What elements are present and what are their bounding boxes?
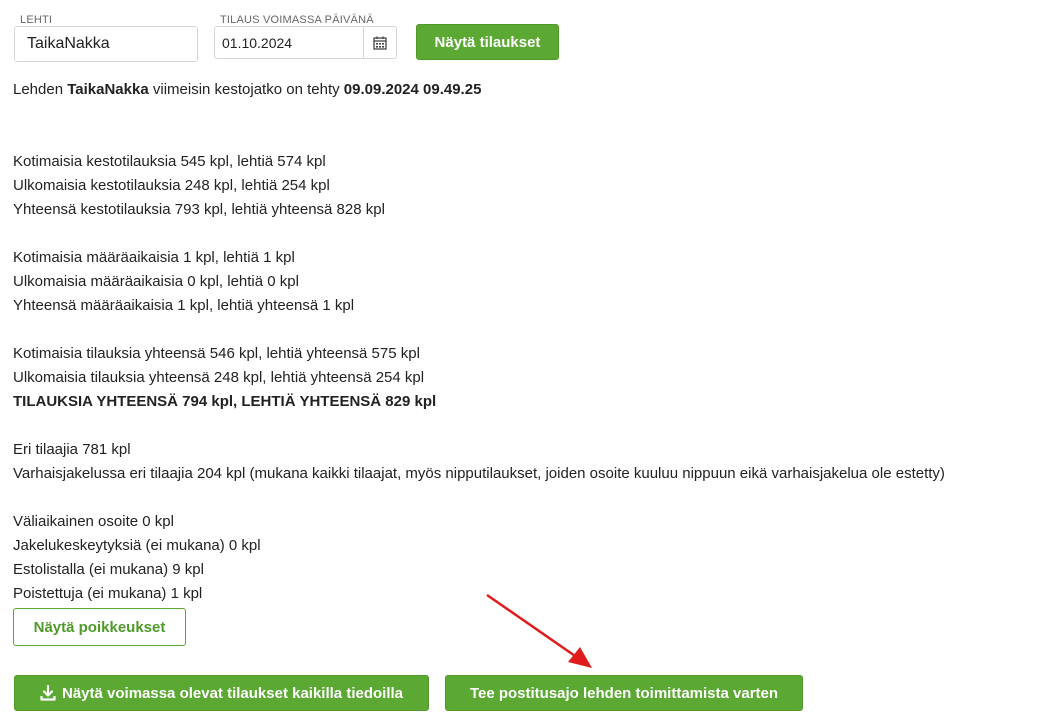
date-input[interactable] — [214, 26, 364, 59]
stat-line: Väliaikainen osoite 0 kpl — [13, 513, 174, 530]
stat-line: Kotimaisia tilauksia yhteensä 546 kpl, l… — [13, 345, 420, 362]
renewal-magazine: TaikaNakka — [67, 81, 149, 98]
magazine-label: LEHTI — [20, 14, 53, 26]
download-subscriptions-button[interactable]: Näytä voimassa olevat tilaukset kaikilla… — [14, 675, 429, 711]
stat-line: Kotimaisia määräaikaisia 1 kpl, lehtiä 1… — [13, 249, 295, 266]
create-mailing-run-button[interactable]: Tee postitusajo lehden toimittamista var… — [445, 675, 803, 711]
date-label: TILAUS VOIMASSA PÄIVÄNÄ — [220, 14, 374, 26]
last-renewal-text: Lehden TaikaNakka viimeisin kestojatko o… — [13, 81, 481, 98]
stat-line: Poistettuja (ei mukana) 1 kpl — [13, 585, 203, 602]
stat-line: Ulkomaisia kestotilauksia 248 kpl, lehti… — [13, 177, 330, 194]
renewal-prefix: Lehden — [13, 81, 68, 98]
magazine-input[interactable] — [14, 26, 198, 62]
calendar-button[interactable] — [363, 26, 397, 59]
grand-total: TILAUKSIA YHTEENSÄ 794 kpl, LEHTIÄ YHTEE… — [13, 393, 437, 410]
download-icon — [40, 685, 56, 701]
download-button-label: Näytä voimassa olevat tilaukset kaikilla… — [62, 684, 403, 702]
calendar-icon — [373, 36, 387, 50]
stat-line: Estolistalla (ei mukana) 9 kpl — [13, 561, 204, 578]
stat-line: Varhaisjakelussa eri tilaajia 204 kpl (m… — [13, 465, 945, 482]
stat-line: Yhteensä määräaikaisia 1 kpl, lehtiä yht… — [13, 297, 355, 314]
stat-line: Eri tilaajia 781 kpl — [13, 441, 131, 458]
stat-line: Ulkomaisia määräaikaisia 0 kpl, lehtiä 0… — [13, 273, 299, 290]
renewal-datetime: 09.09.2024 09.49.25 — [343, 81, 482, 98]
show-subscriptions-button[interactable]: Näytä tilaukset — [416, 24, 559, 60]
stat-line: Jakelukeskeytyksiä (ei mukana) 0 kpl — [13, 537, 261, 554]
renewal-middle: viimeisin kestojatko on tehty — [148, 81, 344, 98]
stat-line: Kotimaisia kestotilauksia 545 kpl, lehti… — [13, 153, 326, 170]
stat-line: Ulkomaisia tilauksia yhteensä 248 kpl, l… — [13, 369, 425, 386]
annotation-arrow — [486, 593, 592, 668]
stat-line: Yhteensä kestotilauksia 793 kpl, lehtiä … — [13, 201, 385, 218]
show-exceptions-button[interactable]: Näytä poikkeukset — [13, 608, 186, 646]
